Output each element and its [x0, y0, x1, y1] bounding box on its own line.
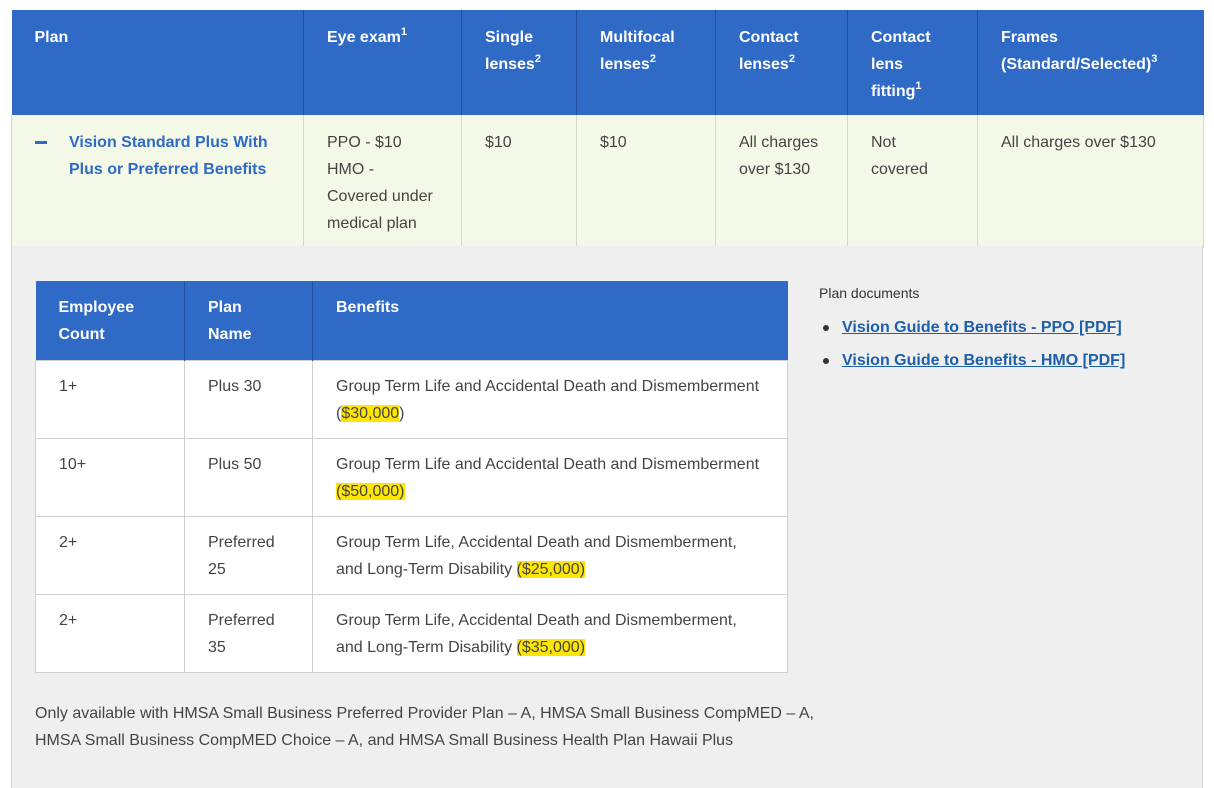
employee-count: 10+ [35, 437, 185, 517]
benefit-description: Group Term Life and Accidental Death and… [312, 359, 788, 439]
header-employee-count: Employee Count [35, 281, 185, 360]
plan-cell[interactable]: Vision Standard Plus With Plus or Prefer… [11, 115, 304, 248]
contact-lenses-cell: All charges over $130 [715, 115, 848, 248]
plan-documents-list: Vision Guide to Benefits - PPO [PDF] Vis… [819, 311, 1199, 377]
header-eye-exam: Eye exam1 [303, 10, 462, 115]
highlighted-amount: ($35,000) [516, 638, 586, 656]
vision-plan-table: Plan Eye exam1 Single lenses2 Multifocal… [11, 10, 1204, 248]
header-benefits: Benefits [312, 281, 788, 360]
single-lenses-cell: $10 [461, 115, 577, 248]
plan-documents-title: Plan documents [819, 285, 920, 301]
plan-documents: Plan documents Vision Guide to Benefits … [819, 283, 1199, 377]
eye-exam-ppo: PPO - $10 [327, 134, 402, 151]
plan-toggle[interactable]: Vision Standard Plus With Plus or Prefer… [35, 129, 281, 183]
benefits-header-row: Employee Count Plan Name Benefits [35, 281, 788, 360]
frames-cell: All charges over $130 [977, 115, 1204, 248]
eye-exam-hmo: HMO - Covered under medical plan [327, 161, 433, 232]
employee-count: 2+ [35, 515, 185, 595]
table-row: 1+ Plus 30 Group Term Life and Accidenta… [35, 359, 788, 439]
plan-name: Plus 30 [184, 359, 313, 439]
header-single-lenses: Single lenses2 [461, 10, 577, 115]
table-row: Vision Standard Plus With Plus or Prefer… [11, 115, 1204, 248]
multifocal-lenses-cell: $10 [576, 115, 716, 248]
header-multifocal-lenses: Multifocal lenses2 [576, 10, 716, 115]
benefit-description: Group Term Life and Accidental Death and… [312, 437, 788, 517]
table-row: 2+ Preferred 25 Group Term Life, Acciden… [35, 515, 788, 595]
benefit-description: Group Term Life, Accidental Death and Di… [312, 515, 788, 595]
highlighted-amount: $30,000 [341, 404, 400, 422]
header-frames: Frames (Standard/Selected)3 [977, 10, 1204, 115]
collapse-minus-icon[interactable] [35, 141, 47, 144]
highlighted-amount: ($50,000) [336, 482, 405, 500]
benefits-table: Employee Count Plan Name Benefits 1+ Plu… [35, 281, 788, 673]
table-row: 10+ Plus 50 Group Term Life and Accident… [35, 437, 788, 517]
list-item: Vision Guide to Benefits - PPO [PDF] [819, 311, 1199, 344]
plan-name: Plus 50 [184, 437, 313, 517]
plan-name: Preferred 25 [184, 515, 313, 595]
employee-count: 2+ [35, 593, 185, 673]
employee-count: 1+ [35, 359, 185, 439]
bullet-icon [823, 358, 829, 364]
plan-name: Preferred 35 [184, 593, 313, 673]
header-plan-name: Plan Name [184, 281, 313, 360]
availability-footnote: Only available with HMSA Small Business … [35, 705, 814, 749]
table-header-row: Plan Eye exam1 Single lenses2 Multifocal… [11, 10, 1204, 115]
highlighted-amount: ($25,000) [516, 560, 586, 578]
bullet-icon [823, 325, 829, 331]
eye-exam-cell: PPO - $10 HMO - Covered under medical pl… [303, 115, 462, 248]
list-item: Vision Guide to Benefits - HMO [PDF] [819, 344, 1199, 377]
contact-lens-fitting-cell: Not covered [847, 115, 978, 248]
header-contact-lens-fitting: Contact lens fitting1 [847, 10, 978, 115]
hmo-guide-link[interactable]: Vision Guide to Benefits - HMO [PDF] [842, 352, 1125, 369]
header-plan: Plan [11, 10, 304, 115]
benefit-description: Group Term Life, Accidental Death and Di… [312, 593, 788, 673]
header-contact-lenses: Contact lenses2 [715, 10, 848, 115]
table-row: 2+ Preferred 35 Group Term Life, Acciden… [35, 593, 788, 673]
ppo-guide-link[interactable]: Vision Guide to Benefits - PPO [PDF] [842, 319, 1122, 336]
plan-name[interactable]: Vision Standard Plus With Plus or Prefer… [69, 129, 281, 183]
